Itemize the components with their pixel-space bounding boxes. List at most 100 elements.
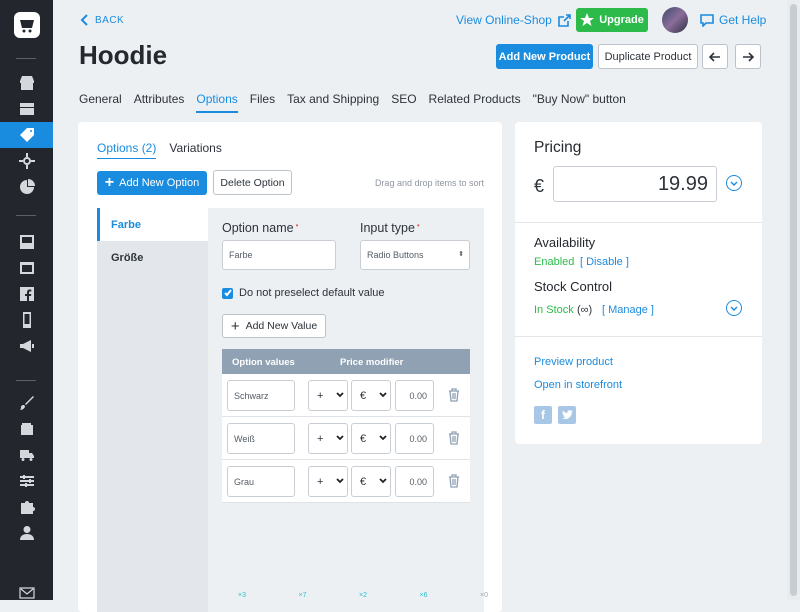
chevron-down-icon [336, 389, 344, 398]
pricing-title: Pricing [534, 139, 582, 156]
get-help-label: Get Help [719, 13, 767, 27]
price-amount-input[interactable]: 0.00 [395, 423, 434, 454]
tab-general[interactable]: General [79, 92, 122, 113]
wallet-icon[interactable] [0, 416, 53, 442]
no-preselect-checkbox[interactable]: Do not preselect default value [222, 287, 385, 299]
price-amount-input[interactable]: 0.00 [395, 466, 434, 497]
marketing-megaphone-icon[interactable] [0, 333, 53, 359]
facebook-share-icon[interactable]: f [534, 406, 552, 424]
twitter-share-icon[interactable] [558, 406, 576, 424]
table-row: Grau + € 0.00 [222, 460, 470, 503]
option-item-farbe[interactable]: Farbe [97, 208, 208, 241]
sidebar-divider [16, 58, 36, 59]
view-online-shop-link[interactable]: View Online-Shop [456, 13, 571, 27]
count-badge: ×3 [238, 592, 246, 599]
currency-select[interactable]: € [351, 380, 391, 411]
price-input[interactable]: 19.99 [553, 166, 717, 202]
tab-tax-and-shipping[interactable]: Tax and Shipping [287, 92, 379, 113]
chevron-down-icon [379, 475, 387, 484]
subtab-options[interactable]: Options (2) [97, 141, 157, 159]
duplicate-product-button[interactable]: Duplicate Product [598, 44, 698, 69]
input-type-label-text: Input type [360, 221, 415, 235]
trash-icon[interactable] [448, 388, 460, 402]
tab-seo[interactable]: SEO [391, 92, 416, 113]
crosshair-icon[interactable] [0, 148, 53, 174]
store-icon[interactable] [0, 70, 53, 96]
chevron-down-icon [379, 432, 387, 441]
avatar[interactable] [662, 7, 688, 33]
count-badge: ×6 [419, 592, 428, 599]
trash-icon[interactable] [448, 474, 460, 488]
price-sign-select[interactable]: + [308, 423, 348, 454]
inbox-icon[interactable] [0, 96, 53, 122]
divider [515, 222, 762, 223]
option-name-input[interactable]: Farbe [222, 240, 336, 270]
page-scrollbar[interactable] [787, 0, 800, 600]
option-value-input[interactable]: Schwarz [227, 380, 295, 411]
currency-value: € [360, 475, 367, 488]
shipping-truck-icon[interactable] [0, 442, 53, 468]
website-icon[interactable] [0, 255, 53, 281]
design-icon[interactable] [0, 229, 53, 255]
preview-product-link[interactable]: Preview product [534, 356, 613, 368]
add-new-product-button[interactable]: Add New Product [496, 44, 593, 69]
option-value-input[interactable]: Weiß [227, 423, 295, 454]
option-editor: Option name • Input type • Farbe Radio But… [208, 208, 484, 612]
stock-control-title: Stock Control [534, 279, 613, 294]
add-new-value-button[interactable]: + Add New Value [222, 314, 326, 338]
get-help-link[interactable]: Get Help [700, 13, 766, 27]
tab-options[interactable]: Options [196, 92, 238, 113]
stock-infinity: (∞) [577, 304, 593, 316]
reports-pie-icon[interactable] [0, 174, 53, 200]
input-type-value: Radio Buttons [367, 250, 424, 260]
apps-puzzle-icon[interactable] [0, 494, 53, 520]
chevron-down-icon [336, 432, 344, 441]
scrollbar-thumb[interactable] [790, 4, 797, 596]
price-amount-input[interactable]: 0.00 [395, 380, 434, 411]
manage-stock-link[interactable]: [ Manage ] [602, 304, 654, 316]
option-list: Farbe Größe [97, 208, 208, 612]
currency-select[interactable]: € [351, 466, 391, 497]
page-title: Hoodie [79, 40, 168, 70]
plus-icon: + [230, 317, 240, 335]
account-user-icon[interactable] [0, 520, 53, 546]
delete-option-button[interactable]: Delete Option [213, 170, 292, 195]
tab-related-products[interactable]: Related Products [429, 92, 521, 113]
brush-icon[interactable] [0, 390, 53, 416]
option-name-label: Option name • [222, 221, 299, 235]
settings-sliders-icon[interactable] [0, 468, 53, 494]
shop-logo-icon[interactable] [14, 12, 40, 38]
tab-files[interactable]: Files [250, 92, 275, 113]
previous-product-button[interactable] [702, 44, 728, 69]
back-label: BACK [95, 14, 125, 26]
currency-select[interactable]: € [351, 423, 391, 454]
facebook-icon[interactable] [0, 281, 53, 307]
subtab-variations[interactable]: Variations [169, 141, 221, 159]
products-tag-icon[interactable] [0, 122, 53, 148]
back-link[interactable]: BACK [79, 14, 124, 26]
chevron-down-icon [336, 475, 344, 484]
next-product-button[interactable] [735, 44, 761, 69]
stock-expand-chevron-icon[interactable] [726, 300, 742, 316]
option-item-groesse[interactable]: Größe [97, 241, 208, 274]
disable-link[interactable]: [ Disable ] [580, 256, 629, 268]
mail-icon[interactable] [0, 580, 53, 606]
add-new-option-button[interactable]: + Add New Option [97, 171, 207, 195]
tab-attributes[interactable]: Attributes [134, 92, 185, 113]
price-expand-chevron-icon[interactable] [726, 175, 742, 191]
availability-status: Enabled [534, 256, 575, 268]
price-sign-select[interactable]: + [308, 466, 348, 497]
input-type-select[interactable]: Radio Buttons ⬍ [360, 240, 470, 270]
price-sign-select[interactable]: + [308, 380, 348, 411]
mobile-icon[interactable] [0, 307, 53, 333]
product-tabs: General Attributes Options Files Tax and… [79, 92, 626, 113]
option-value-input[interactable]: Grau [227, 466, 295, 497]
tab-buy-now-button[interactable]: "Buy Now" button [533, 92, 626, 113]
checkbox-checked-icon [222, 287, 233, 299]
no-preselect-label: Do not preselect default value [239, 287, 385, 299]
upgrade-button[interactable]: Upgrade [576, 8, 648, 32]
col-option-values: Option values [232, 357, 295, 368]
open-storefront-link[interactable]: Open in storefront [534, 379, 622, 391]
trash-icon[interactable] [448, 431, 460, 445]
sidebar [0, 0, 53, 600]
